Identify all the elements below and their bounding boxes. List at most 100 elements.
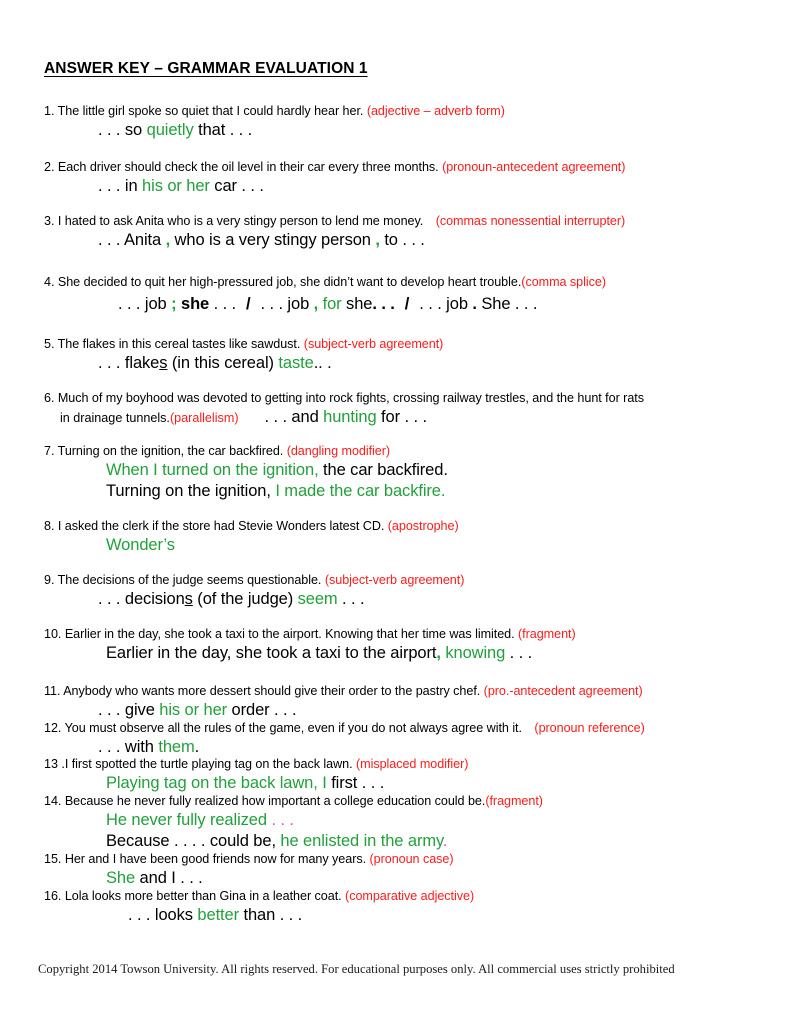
- answer-segment: first . . .: [326, 773, 385, 792]
- question-text-8: I asked the clerk if the store had Stevi…: [57, 519, 385, 533]
- answer-line-13: Playing tag on the back lawn, I first . …: [44, 773, 756, 794]
- answer-segment: and I . . .: [135, 868, 203, 887]
- error-annotation-12: (pronoun reference): [534, 721, 645, 735]
- answer-segment: . . . job: [260, 294, 314, 313]
- error-annotation-8: (apostrophe): [387, 519, 459, 533]
- error-annotation-10: (fragment): [518, 627, 576, 641]
- question-item-3: 3. I hated to ask Anita who is a very st…: [44, 213, 756, 251]
- answer-segment: . . .: [337, 589, 365, 608]
- answer-segment: she: [341, 294, 373, 313]
- question-text-2: Each driver should check the oil level i…: [57, 160, 439, 174]
- answer-line-1: . . . so quietly that . . .: [44, 120, 756, 141]
- answer-segment: knowing: [440, 643, 506, 662]
- answer-segment: . . . in: [98, 176, 143, 195]
- answer-segment: . . . give: [98, 700, 160, 719]
- answer-line-6: . . . and hunting for . . .: [239, 407, 428, 426]
- page-title: ANSWER KEY – GRAMMAR EVALUATION 1: [44, 60, 368, 77]
- answer-line-10: Earlier in the day, she took a taxi to t…: [44, 643, 756, 664]
- answer-line-11: . . . give his or her order . . .: [44, 700, 756, 721]
- answer-segment: s: [184, 589, 193, 608]
- question-number-11: 11.: [44, 684, 61, 698]
- answer-segment: He never fully realized: [106, 810, 272, 829]
- answer-segment: . . . looks: [128, 905, 198, 924]
- error-annotation-6: (parallelism): [169, 410, 239, 425]
- question-item-11: 11. Anybody who wants more dessert shoul…: [44, 683, 756, 721]
- question-number-16: 16.: [44, 889, 62, 903]
- answer-segment: . . . so: [98, 120, 147, 139]
- answer-segment: .: [194, 737, 200, 756]
- error-annotation-16: (comparative adjective): [345, 889, 475, 903]
- answer-segment: . . . flake: [98, 353, 160, 372]
- answer-segment: /: [404, 294, 410, 313]
- question-number-8: 8.: [44, 519, 55, 533]
- answer-segment: for . . .: [376, 407, 427, 426]
- question-item-12: 12. You must observe all the rules of th…: [44, 720, 756, 758]
- error-annotation-15: (pronoun case): [369, 852, 454, 866]
- question-number-9: 9.: [44, 573, 55, 587]
- answer-segment: She: [106, 868, 136, 887]
- question-item-16: 16. Lola looks more better than Gina in …: [44, 888, 756, 926]
- answer-line-7a: When I turned on the ignition, the car b…: [44, 460, 756, 481]
- answer-segment: (of the judge): [192, 589, 298, 608]
- answer-segment: Because . . . . could be,: [106, 831, 281, 850]
- error-annotation-3: (commas nonessential interrupter): [435, 214, 626, 228]
- question-prompt-16: 16. Lola looks more better than Gina in …: [44, 888, 756, 905]
- answer-segment: the car backfired.: [318, 460, 448, 479]
- answer-segment: who is a very stingy person: [170, 230, 376, 249]
- question-item-14: 14. Because he never fully realized how …: [44, 793, 756, 852]
- answer-key-page: ANSWER KEY – GRAMMAR EVALUATION 1 1. The…: [0, 0, 791, 1024]
- answer-segment: Playing tag on the back lawn, I: [106, 773, 327, 792]
- question-item-4: 4. She decided to quit her high-pressure…: [44, 274, 756, 315]
- answer-segment: I made the car backfire.: [275, 481, 446, 500]
- question-number-2: 2.: [44, 160, 55, 174]
- question-prompt-2: 2. Each driver should check the oil leve…: [44, 159, 756, 176]
- answer-segment: for: [318, 294, 342, 313]
- question-text-6-cont: in drainage tunnels.: [60, 410, 170, 425]
- question-number-13: 13 .: [44, 757, 65, 771]
- question-text-10: Earlier in the day, she took a taxi to t…: [64, 627, 515, 641]
- answer-segment: . . .: [505, 643, 533, 662]
- question-prompt-13: 13 .I first spotted the turtle playing t…: [44, 756, 756, 773]
- question-prompt-8: 8. I asked the clerk if the store had St…: [44, 518, 756, 535]
- question-number-6: 6.: [44, 391, 55, 405]
- answer-segment: She . . .: [476, 294, 538, 313]
- question-number-3: 3.: [44, 214, 55, 228]
- answer-line-14a: He never fully realized . . .: [44, 810, 756, 831]
- answer-segment: car . . .: [209, 176, 264, 195]
- answer-line-16: . . . looks better than . . .: [44, 905, 756, 926]
- answer-segment: them: [158, 737, 195, 756]
- answer-line-3: . . . Anita , who is a very stingy perso…: [44, 230, 756, 251]
- question-item-6: 6. Much of my boyhood was devoted to get…: [44, 390, 756, 428]
- question-text-16: Lola looks more better than Gina in a le…: [64, 889, 342, 903]
- answer-segment: (in this cereal): [167, 353, 279, 372]
- question-prompt-6-cont: in drainage tunnels.(parallelism). . . a…: [44, 407, 756, 428]
- question-prompt-6: 6. Much of my boyhood was devoted to get…: [44, 390, 756, 407]
- answer-line-9: . . . decisions (of the judge) seem . . …: [44, 589, 756, 610]
- answer-segment: /: [246, 294, 251, 313]
- answer-line-4: . . . job ; she . . . /. . . job , for sh…: [44, 294, 756, 315]
- answer-segment: . . . job: [118, 294, 172, 313]
- question-text-12: You must observe all the rules of the ga…: [64, 721, 522, 735]
- question-item-10: 10. Earlier in the day, she took a taxi …: [44, 626, 756, 664]
- question-number-10: 10.: [44, 627, 62, 641]
- question-prompt-9: 9. The decisions of the judge seems ques…: [44, 572, 756, 589]
- error-annotation-13: (misplaced modifier): [356, 757, 469, 771]
- answer-line-12: . . . with them.: [44, 737, 756, 758]
- answer-segment: than . . .: [239, 905, 303, 924]
- question-item-15: 15. Her and I have been good friends now…: [44, 851, 756, 889]
- answer-segment: Earlier in the day, she took a taxi to t…: [106, 643, 437, 662]
- error-annotation-9: (subject-verb agreement): [324, 573, 465, 587]
- answer-segment: Turning on the ignition,: [106, 481, 276, 500]
- question-item-7: 7. Turning on the ignition, the car back…: [44, 443, 756, 502]
- question-number-5: 5.: [44, 337, 55, 351]
- question-text-4: She decided to quit her high-pressured j…: [57, 275, 522, 289]
- answer-segment: .. .: [313, 353, 332, 372]
- answer-line-15: She and I . . .: [44, 868, 756, 889]
- error-annotation-5: (subject-verb agreement): [303, 337, 444, 351]
- answer-segment: When I turned on the ignition,: [106, 460, 319, 479]
- question-prompt-10: 10. Earlier in the day, she took a taxi …: [44, 626, 756, 643]
- answer-segment: . . . job: [419, 294, 473, 313]
- error-annotation-1: (adjective – adverb form): [366, 104, 505, 118]
- question-prompt-14: 14. Because he never fully realized how …: [44, 793, 756, 810]
- question-item-2: 2. Each driver should check the oil leve…: [44, 159, 756, 197]
